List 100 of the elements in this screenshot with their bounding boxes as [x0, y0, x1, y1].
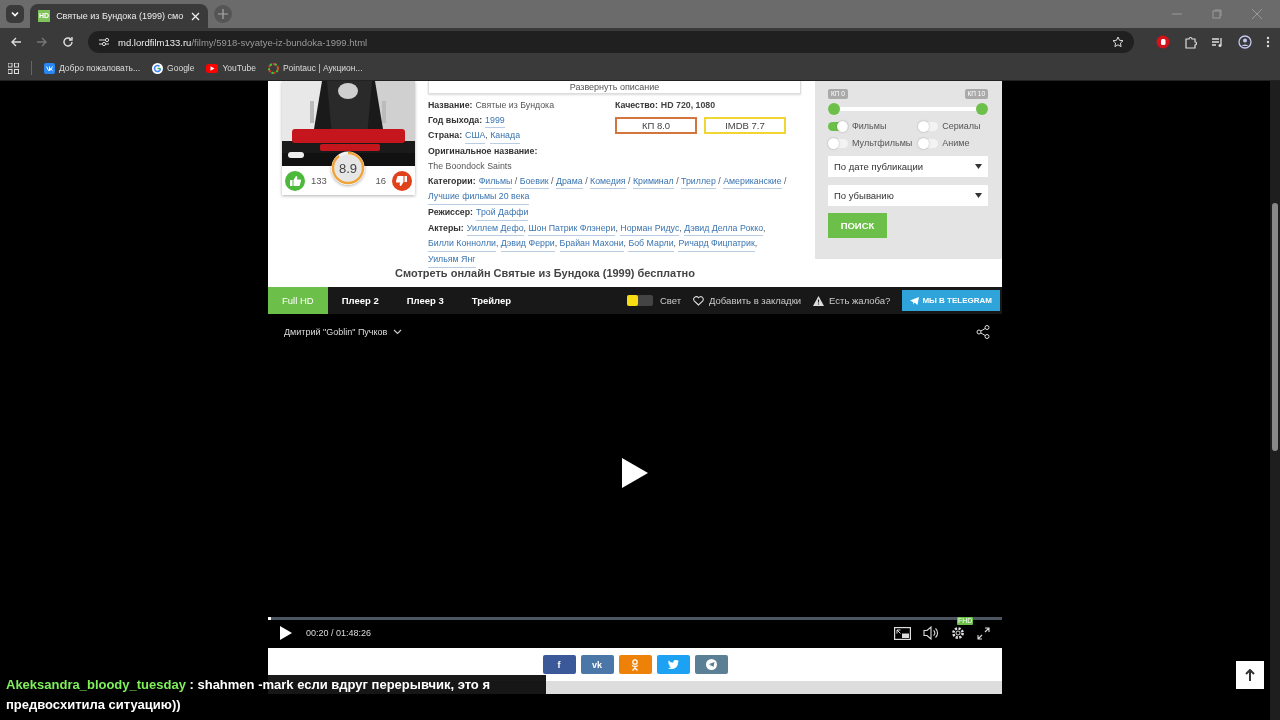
expand-description-button[interactable]: Развернуть описание [428, 81, 801, 94]
separator: , [679, 221, 683, 235]
toggle-switch[interactable] [828, 138, 848, 148]
hand-icon[interactable] [1156, 35, 1170, 49]
bookmark[interactable]: Pointauc | Аукцион... [267, 62, 363, 74]
field-label: Страна: [428, 129, 463, 143]
thumbs-up-icon[interactable] [285, 170, 305, 191]
bookmark[interactable]: Добро пожаловать... [44, 62, 141, 74]
link[interactable]: Боб Марли [628, 236, 674, 253]
toggle-label: Фильмы [852, 121, 887, 131]
separator: , [495, 237, 500, 251]
field-label: Качество: [615, 99, 658, 112]
field-value: The Boondock Saints [428, 159, 512, 173]
tab-search-button[interactable] [6, 5, 24, 23]
toggle-label: Сериалы [942, 121, 981, 131]
field-label: Актеры: [428, 221, 464, 235]
progress-bar[interactable] [268, 617, 1002, 620]
link[interactable]: Трой Даффи [476, 204, 529, 221]
settings-icon[interactable] [951, 626, 965, 640]
link[interactable]: 1999 [485, 112, 505, 129]
link[interactable]: Триллер [681, 173, 716, 190]
telegram-share-button[interactable] [694, 655, 728, 674]
puzzle-icon[interactable] [1184, 35, 1197, 49]
field-value: Святые из Бундока [475, 99, 555, 112]
odnoklassniki-share-button[interactable] [618, 655, 652, 674]
paper-plane-icon [705, 659, 717, 670]
scroll-to-top-button[interactable] [1236, 661, 1264, 689]
slider-thumb[interactable] [828, 103, 840, 115]
field-label: Название: [428, 99, 473, 112]
link[interactable]: Фильмы [478, 173, 513, 190]
separator: / [550, 174, 555, 188]
profile-icon[interactable] [1238, 35, 1252, 49]
play-icon[interactable] [622, 458, 648, 488]
field-label: Режиссер: [428, 205, 474, 219]
media-icon[interactable] [1211, 35, 1224, 49]
sort-dropdown[interactable]: По убыванию [828, 185, 988, 206]
back-icon[interactable] [10, 36, 22, 48]
heart-icon [693, 295, 705, 306]
reload-icon[interactable] [62, 36, 74, 48]
toggle-switch[interactable] [918, 138, 939, 148]
apps-icon[interactable] [8, 62, 19, 74]
page-title: Смотреть онлайн Святые из Бундока (1999) бесплатно [395, 267, 695, 279]
rating-score: КП 8.0 [615, 116, 697, 134]
separator: , [485, 129, 489, 143]
voice-dropdown[interactable]: Дмитрий "Goblin" Пучков [284, 327, 403, 337]
star-icon[interactable] [1112, 36, 1124, 48]
player-tab[interactable]: Трейлер [457, 287, 526, 314]
vk-share-button[interactable]: vk [580, 655, 614, 674]
caret-icon [975, 193, 982, 198]
share-icon[interactable] [976, 325, 990, 339]
bookmark[interactable]: YouTube [206, 63, 256, 73]
fullscreen-icon[interactable] [977, 626, 990, 640]
time-display: 00:20 / 01:48:26 [306, 628, 372, 638]
toggle-switch[interactable] [918, 121, 939, 131]
forward-icon[interactable] [36, 36, 48, 48]
bookmark-link[interactable]: Добавить в закладки [693, 295, 802, 306]
link[interactable]: Драма [556, 173, 583, 190]
link[interactable]: Американские [723, 173, 782, 190]
toggle-label: Мультфильмы [852, 138, 913, 148]
play-button-icon [206, 63, 219, 73]
caret-icon [975, 164, 982, 169]
player-tab[interactable]: Плеер 2 [327, 287, 393, 314]
separator: , [763, 221, 767, 235]
link[interactable]: Комедия [590, 173, 626, 190]
google-icon [152, 62, 164, 74]
link[interactable]: Ричард Фицпатрик [678, 236, 755, 253]
menu-icon[interactable] [1266, 36, 1270, 48]
color-wheel-icon [267, 62, 279, 74]
bookmark[interactable]: Google [152, 62, 195, 74]
picture-in-picture-icon[interactable] [894, 626, 911, 640]
field-label: Категории: [428, 174, 476, 188]
telegram-button[interactable]: МЫ В TELEGRAM [902, 290, 1000, 311]
player-tab[interactable]: Плеер 3 [392, 287, 458, 314]
link[interactable]: Брайан Махони [559, 236, 624, 253]
link[interactable]: Канада [490, 128, 521, 145]
scrollbar-thumb[interactable] [1272, 203, 1278, 451]
twitter-share-button[interactable] [656, 655, 690, 674]
link[interactable]: Билли Коннолли [428, 236, 496, 253]
thumbs-down-icon[interactable] [392, 170, 412, 191]
link[interactable]: Лучшие фильмы 20 века [428, 189, 530, 205]
separator: , [623, 237, 627, 251]
facebook-share-button[interactable]: f [542, 655, 576, 674]
light-toggle[interactable] [626, 295, 653, 306]
field-label: Год выхода: [428, 113, 483, 127]
arrow-up-icon [1245, 669, 1255, 681]
odnoklassniki-icon [631, 658, 639, 671]
link[interactable]: Дэвид Ферри [500, 236, 555, 253]
volume-icon[interactable] [923, 626, 939, 640]
toggle-label: Аниме [942, 138, 970, 148]
complaint-link[interactable]: Есть жалоба? [813, 295, 891, 306]
field-value: HD 720, 1080 [660, 99, 716, 112]
address-bar[interactable]: md.lordfilm133.ru/filmy/5918-svyatye-iz-bundoka-1999.html [88, 31, 1134, 53]
play-icon[interactable] [280, 626, 292, 640]
slider-thumb[interactable] [976, 103, 988, 115]
link[interactable]: Криминал [632, 173, 674, 190]
toggle-switch[interactable] [828, 121, 848, 131]
site-settings-icon[interactable] [98, 36, 110, 48]
link[interactable]: Боевик [519, 173, 549, 190]
sort-dropdown[interactable]: По дате публикации [828, 156, 988, 177]
bird-icon [667, 660, 679, 669]
